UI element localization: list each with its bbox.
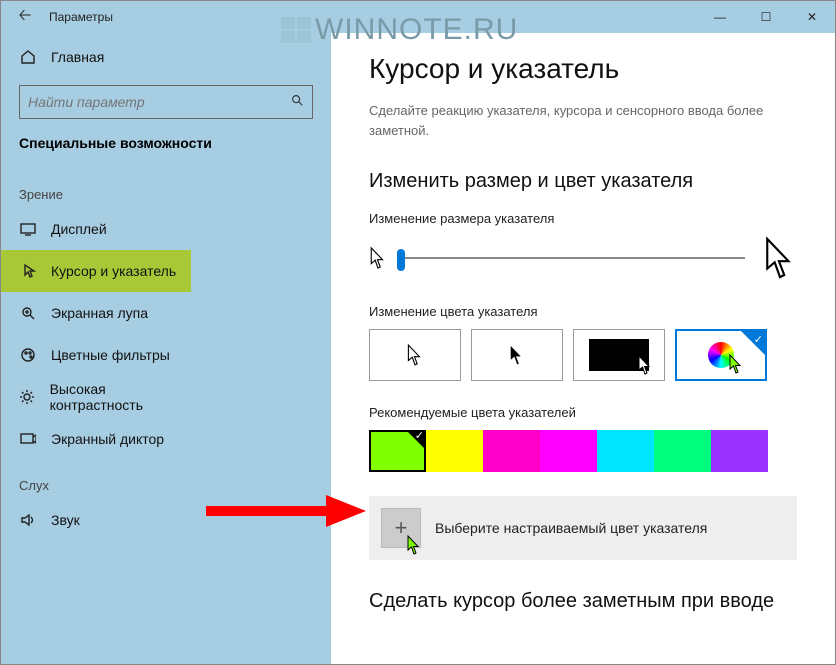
- close-button[interactable]: ✕: [789, 1, 835, 33]
- search-box[interactable]: [19, 85, 313, 119]
- pointer-color-custom[interactable]: [675, 329, 767, 381]
- pointer-color-white[interactable]: [369, 329, 461, 381]
- sidebar: Главная Специальные возможности Зрение Д…: [1, 33, 331, 664]
- sidebar-item-label: Курсор и указатель: [51, 263, 176, 279]
- display-icon: [19, 220, 37, 238]
- minimize-button[interactable]: —: [697, 1, 743, 33]
- sidebar-heading: Специальные возможности: [1, 129, 331, 169]
- small-cursor-icon: [369, 246, 387, 270]
- custom-color-row[interactable]: + Выберите настраиваемый цвет указателя: [369, 496, 797, 560]
- label-pointer-color: Изменение цвета указателя: [369, 304, 797, 319]
- color-filters-icon: [19, 346, 37, 364]
- label-pointer-size: Изменение размера указателя: [369, 211, 797, 226]
- sidebar-item-display[interactable]: Дисплей: [1, 208, 191, 250]
- sidebar-item-high-contrast[interactable]: Высокая контрастность: [1, 376, 191, 418]
- recommended-color-swatch[interactable]: [540, 430, 597, 472]
- sidebar-item-label: Высокая контрастность: [50, 381, 191, 413]
- pointer-color-row: [369, 329, 797, 381]
- recommended-color-swatch[interactable]: [426, 430, 483, 472]
- large-cursor-icon: [763, 236, 797, 280]
- recommended-color-swatch[interactable]: [597, 430, 654, 472]
- sidebar-item-label: Цветные фильтры: [51, 347, 170, 363]
- sidebar-home[interactable]: Главная: [1, 37, 331, 77]
- section-heading-size-color: Изменить размер и цвет указателя: [369, 170, 797, 193]
- sidebar-item-label: Экранная лупа: [51, 305, 148, 321]
- content-area: Курсор и указатель Сделайте реакцию указ…: [331, 33, 835, 664]
- window-title: Параметры: [49, 10, 113, 24]
- pointer-color-black[interactable]: [471, 329, 563, 381]
- sidebar-sub-vision: Зрение: [1, 169, 331, 208]
- pointer-size-slider[interactable]: [397, 257, 745, 259]
- sidebar-item-narrator[interactable]: Экранный диктор: [1, 418, 191, 460]
- maximize-button[interactable]: ☐: [743, 1, 789, 33]
- sidebar-item-sound[interactable]: Звук: [1, 499, 191, 541]
- add-custom-color-button[interactable]: +: [381, 508, 421, 548]
- high-contrast-icon: [19, 388, 36, 406]
- sidebar-item-color-filters[interactable]: Цветные фильтры: [1, 334, 191, 376]
- cursor-icon: [19, 262, 37, 280]
- back-button[interactable]: 🡠: [1, 4, 49, 31]
- search-icon: [290, 93, 304, 112]
- magnifier-icon: [19, 304, 37, 322]
- sidebar-item-cursor[interactable]: Курсор и указатель: [1, 250, 191, 292]
- sound-icon: [19, 511, 37, 529]
- pointer-size-slider-row: [369, 236, 797, 280]
- recommended-color-swatch[interactable]: [369, 430, 426, 472]
- page-title: Курсор и указатель: [369, 53, 797, 85]
- recommended-color-swatch[interactable]: [711, 430, 768, 472]
- sidebar-item-label: Экранный диктор: [51, 431, 164, 447]
- pointer-color-inverted[interactable]: [573, 329, 665, 381]
- home-icon: [19, 48, 37, 66]
- mouse-cursor-icon: [406, 535, 422, 555]
- annotation-arrow-icon: [206, 491, 366, 531]
- section-heading-cursor-visible: Сделать курсор более заметным при вводе: [369, 590, 797, 613]
- label-recommended-colors: Рекомендуемые цвета указателей: [369, 405, 797, 420]
- custom-color-label: Выберите настраиваемый цвет указателя: [435, 520, 707, 536]
- slider-thumb[interactable]: [397, 249, 405, 271]
- sidebar-item-magnifier[interactable]: Экранная лупа: [1, 292, 191, 334]
- recommended-color-swatch[interactable]: [483, 430, 540, 472]
- page-description: Сделайте реакцию указателя, курсора и се…: [369, 101, 797, 140]
- narrator-icon: [19, 430, 37, 448]
- sidebar-item-label: Дисплей: [51, 221, 107, 237]
- search-input[interactable]: [28, 94, 290, 110]
- recommended-colors-row: [369, 430, 797, 472]
- titlebar: 🡠 Параметры — ☐ ✕: [1, 1, 835, 33]
- sidebar-item-label: Звук: [51, 512, 80, 528]
- sidebar-home-label: Главная: [51, 49, 104, 65]
- recommended-color-swatch[interactable]: [654, 430, 711, 472]
